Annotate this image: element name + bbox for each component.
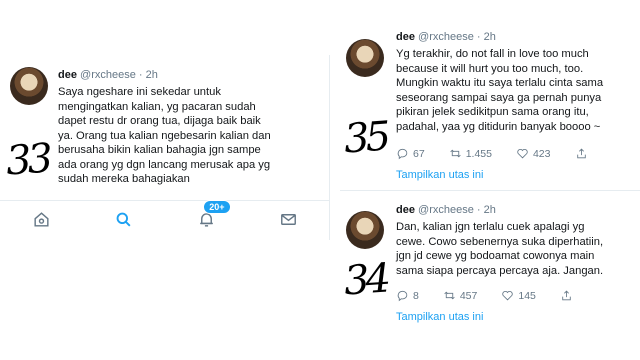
author-name[interactable]: dee: [58, 69, 77, 81]
bottom-tab-bar: 20+: [0, 199, 329, 238]
reply-icon: [397, 290, 408, 302]
tweet-text: Saya ngeshare ini sekedar untuk menginga…: [58, 86, 271, 185]
author-name[interactable]: dee: [396, 31, 415, 43]
tweet-header: dee @rxcheese · 2h: [396, 204, 496, 216]
retweet-button[interactable]: 457: [443, 289, 478, 302]
share-button[interactable]: [575, 147, 588, 160]
tweet-header: dee @rxcheese · 2h: [58, 69, 158, 81]
avatar[interactable]: [346, 211, 384, 249]
retweet-button[interactable]: 1.455: [449, 147, 492, 160]
handwritten-number: 35: [342, 113, 389, 163]
tweet-card-left: dee @rxcheese · 2h Saya ngeshare ini sek…: [0, 55, 330, 240]
reply-button[interactable]: 67: [396, 147, 425, 160]
author-handle[interactable]: @rxcheese · 2h: [418, 204, 496, 216]
retweet-count: 1.455: [465, 147, 492, 160]
reply-count: 8: [413, 289, 419, 302]
tweet-text: Dan, kalian jgn terlalu cuek apalagi yg …: [396, 221, 604, 277]
tweet-text: Yg terakhir, do not fall in love too muc…: [396, 48, 604, 133]
retweet-icon: [444, 291, 455, 300]
like-count: 145: [518, 289, 536, 302]
tweet-actions: 67 1.455 423: [396, 147, 612, 160]
share-icon: [576, 148, 586, 159]
tweet-actions: 8 457 145: [396, 289, 597, 302]
share-button[interactable]: [560, 289, 573, 302]
search-icon: [116, 212, 131, 227]
like-button[interactable]: 145: [501, 289, 536, 302]
tab-messages[interactable]: [276, 207, 302, 233]
share-icon: [562, 290, 571, 301]
handwritten-number: 33: [4, 135, 51, 185]
heart-icon: [502, 290, 514, 301]
tab-notifications[interactable]: 20+: [193, 199, 231, 233]
handwritten-number: 34: [342, 255, 389, 305]
reply-button[interactable]: 8: [396, 289, 419, 302]
mail-icon: [281, 214, 297, 225]
like-button[interactable]: 423: [516, 147, 551, 160]
reply-icon: [397, 148, 408, 160]
show-thread-link[interactable]: Tampilkan utas ini: [396, 311, 483, 323]
heart-icon: [517, 148, 528, 159]
author-handle[interactable]: @rxcheese · 2h: [418, 31, 496, 43]
author-name[interactable]: dee: [396, 204, 415, 216]
like-count: 423: [532, 147, 551, 160]
author-handle[interactable]: @rxcheese · 2h: [80, 69, 158, 81]
tab-search[interactable]: [111, 207, 137, 233]
avatar[interactable]: [346, 39, 384, 77]
retweet-count: 457: [459, 289, 478, 302]
tweet-card-right-top: dee @rxcheese · 2h Yg terakhir, do not f…: [340, 15, 640, 200]
tweet-header: dee @rxcheese · 2h: [396, 31, 496, 43]
retweet-icon: [450, 149, 461, 158]
home-icon: [34, 212, 49, 227]
notification-badge: 20+: [203, 199, 231, 214]
reply-count: 67: [413, 147, 425, 160]
tweet-card-right-bottom: dee @rxcheese · 2h Dan, kalian jgn terla…: [340, 190, 640, 340]
tab-home[interactable]: [28, 207, 54, 233]
show-thread-link[interactable]: Tampilkan utas ini: [396, 169, 483, 181]
avatar[interactable]: [10, 67, 48, 105]
